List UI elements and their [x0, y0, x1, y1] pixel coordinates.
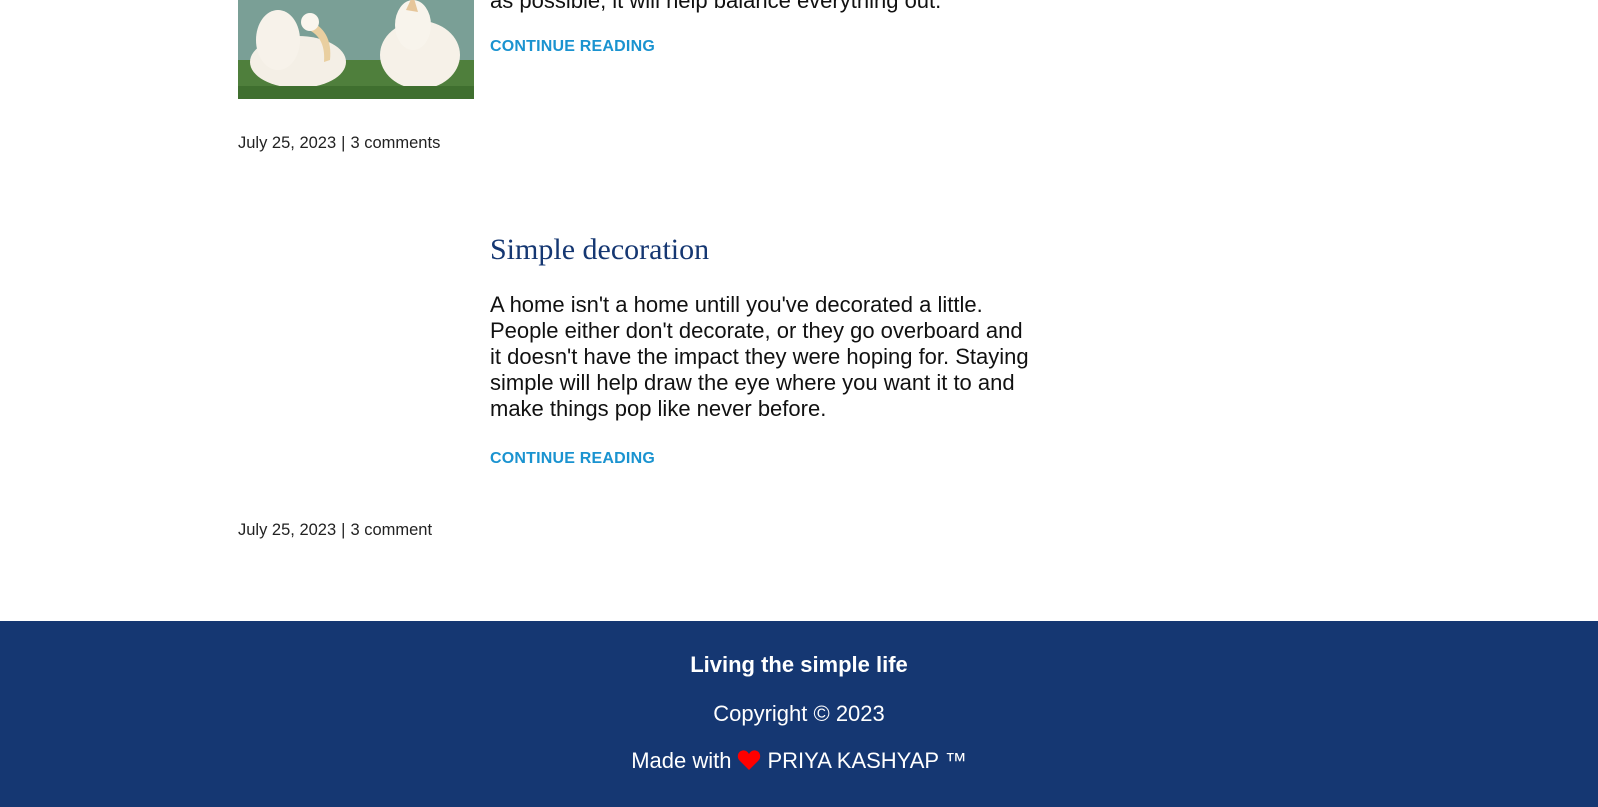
post-meta: July 25, 2023 | 3 comment — [238, 521, 432, 540]
continue-reading-link[interactable]: CONTINUE READING — [490, 450, 655, 468]
post-date: July 25, 2023 — [238, 521, 337, 539]
comments-link[interactable]: 3 comments — [350, 134, 440, 152]
post-image-pelicans[interactable] — [238, 0, 474, 99]
heart-icon — [737, 749, 761, 777]
footer-tagline: Living the simple life — [690, 652, 908, 677]
post-date: July 25, 2023 — [238, 134, 337, 152]
post-excerpt: as possible, it will help balance everyt… — [490, 0, 942, 13]
made-with-text: Made with — [631, 748, 732, 773]
site-footer: Living the simple life Copyright © 2023 … — [0, 621, 1598, 807]
author-name: PRIYA KASHYAP ™ — [767, 748, 967, 773]
continue-reading-link[interactable]: CONTINUE READING — [490, 38, 655, 56]
post-excerpt: A home isn't a home untill you've decora… — [490, 292, 1029, 421]
blog-page: as possible, it will help balance everyt… — [0, 0, 1598, 807]
post-title[interactable]: Simple decoration — [490, 233, 709, 267]
meta-separator: | — [341, 521, 346, 539]
comments-link[interactable]: 3 comment — [350, 521, 432, 539]
footer-copyright: Copyright © 2023 — [713, 701, 885, 726]
post-meta: July 25, 2023 | 3 comments — [238, 134, 440, 153]
pelicans-image — [238, 0, 474, 99]
meta-separator: | — [341, 134, 346, 152]
footer-credit: Made with PRIYA KASHYAP ™ — [0, 748, 1598, 777]
